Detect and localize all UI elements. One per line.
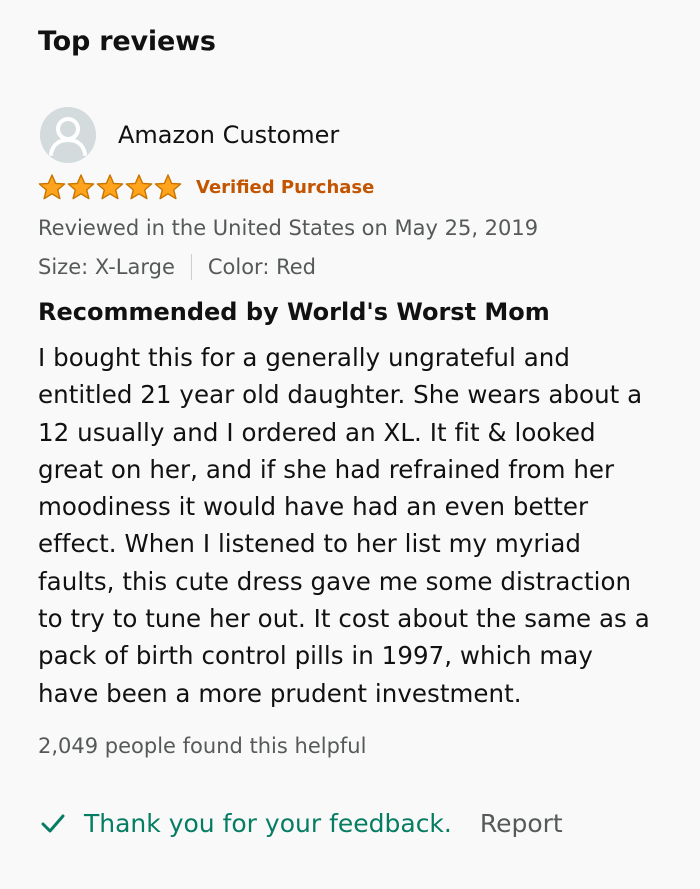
review-body-line: great on her, and if she had refrained f…	[38, 454, 615, 484]
review-body-line: have been a more prudent investment.	[38, 678, 522, 708]
review-body-line: 12 usually and I ordered an XL. It fit &…	[38, 417, 596, 447]
review-body-line: I bought this for a generally ungrateful…	[38, 343, 570, 372]
feedback-row: Thank you for your feedback. Report	[40, 803, 563, 843]
review-body-line: faults, this cute dress gave me some dis…	[38, 566, 632, 596]
product-variation[interactable]: Size: X-Large Color: Red	[38, 254, 316, 280]
star-icon	[66, 173, 96, 201]
star-icon	[37, 173, 67, 201]
feedback-confirmation: Thank you for your feedback.	[84, 808, 452, 838]
star-rating[interactable]	[37, 173, 182, 201]
variation-divider	[190, 254, 192, 280]
star-icon	[124, 173, 154, 201]
review-body-line: entitled 21 year old daughter. She wears…	[38, 380, 643, 410]
review-date-line: Reviewed in the United States on May 25,…	[38, 216, 539, 240]
review-body-line: moodiness it would have had an even bett…	[38, 492, 589, 522]
size-label: Size: X-Large	[38, 255, 175, 279]
user-silhouette-icon	[40, 107, 96, 163]
helpful-count: 2,049 people found this helpful	[38, 734, 367, 758]
star-icon	[95, 173, 125, 201]
reviewer-name[interactable]: Amazon Customer	[118, 121, 339, 149]
reviewer-profile[interactable]: Amazon Customer	[40, 107, 339, 163]
review-title: Recommended by World's Worst Mom	[38, 298, 550, 326]
color-label: Color: Red	[207, 255, 316, 279]
verified-purchase-badge: Verified Purchase	[196, 176, 375, 198]
section-title: Top reviews	[38, 26, 216, 57]
review-body-line: pack of birth control pills in 1997, whi…	[38, 641, 593, 671]
rating-row: Verified Purchase	[37, 172, 374, 202]
report-link[interactable]: Report	[480, 809, 563, 838]
review-body-line: to try to tune her out. It cost about th…	[38, 604, 650, 634]
star-icon	[153, 173, 183, 201]
reviews-page: Top reviews Amazon Customer Verified Pur…	[0, 0, 700, 889]
review-body-line: effect. When I listened to her list my m…	[38, 529, 582, 559]
review-body: I bought this for a generally ungrateful…	[38, 339, 678, 712]
checkmark-icon	[40, 810, 66, 836]
